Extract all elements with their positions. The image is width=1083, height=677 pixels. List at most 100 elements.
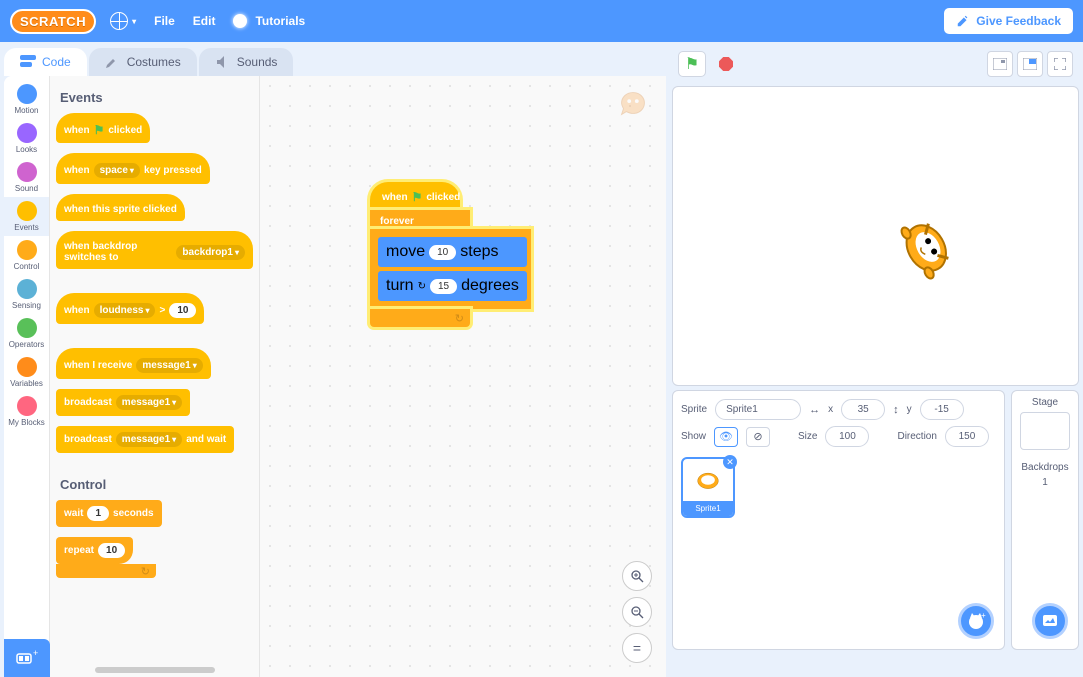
- seconds-input[interactable]: 1: [87, 506, 109, 521]
- category-events[interactable]: Events: [4, 197, 49, 236]
- script-turn[interactable]: turn ↻ 15 degrees: [378, 271, 527, 301]
- script-when-flag-clicked[interactable]: when ⚑ clicked: [370, 182, 460, 210]
- category-dot: [17, 201, 37, 221]
- category-label: Control: [14, 262, 40, 271]
- magnify-minus-icon: [630, 605, 644, 619]
- category-variables[interactable]: Variables: [4, 353, 49, 392]
- direction-label: Direction: [897, 431, 936, 442]
- palette-heading-events: Events: [60, 90, 253, 105]
- code-icon: [20, 55, 36, 69]
- sprite-tile[interactable]: ✕ Sprite1: [681, 457, 735, 518]
- category-label: Sound: [15, 184, 38, 193]
- large-stage-button[interactable]: [1017, 51, 1043, 77]
- edit-menu[interactable]: Edit: [193, 14, 216, 28]
- zoom-reset-button[interactable]: =: [622, 633, 652, 663]
- file-menu[interactable]: File: [154, 14, 175, 28]
- delete-sprite-button[interactable]: ✕: [723, 455, 737, 469]
- category-dot: [17, 123, 37, 143]
- small-stage-button[interactable]: [987, 51, 1013, 77]
- block-wait[interactable]: wait 1 seconds: [56, 500, 162, 527]
- threshold-input[interactable]: 10: [169, 303, 196, 318]
- green-flag-icon: ⚑: [412, 190, 423, 204]
- tab-costumes[interactable]: Costumes: [89, 48, 197, 76]
- block-broadcast[interactable]: broadcast message1▾: [56, 389, 190, 416]
- block-when-flag-clicked[interactable]: when ⚑ clicked: [56, 113, 150, 143]
- category-label: Variables: [10, 379, 43, 388]
- show-label: Show: [681, 431, 706, 442]
- svg-text:+: +: [981, 611, 986, 620]
- stage-header: ⚑: [672, 46, 1079, 82]
- tutorials-menu[interactable]: Tutorials: [233, 14, 305, 28]
- hide-button[interactable]: ⊘: [746, 427, 770, 447]
- message-dropdown[interactable]: message1▾: [116, 395, 182, 410]
- category-dot: [17, 357, 37, 377]
- stop-button[interactable]: [712, 51, 740, 77]
- show-button[interactable]: 👁: [714, 427, 738, 447]
- tab-code-label: Code: [42, 55, 71, 69]
- fullscreen-button[interactable]: [1047, 51, 1073, 77]
- block-repeat[interactable]: repeat 10: [56, 537, 133, 564]
- stage[interactable]: [672, 86, 1079, 386]
- script-stack[interactable]: when ⚑ clicked forever move 10 steps tur…: [370, 182, 531, 327]
- chevron-down-icon: ▾: [172, 435, 176, 444]
- language-menu[interactable]: ▾: [110, 12, 136, 30]
- message-dropdown[interactable]: message1▾: [136, 358, 202, 373]
- script-forever[interactable]: forever: [370, 210, 470, 229]
- repeat-input[interactable]: 10: [98, 543, 125, 558]
- category-label: Sensing: [12, 301, 41, 310]
- zoom-in-button[interactable]: [622, 561, 652, 591]
- add-extension-button[interactable]: +: [4, 639, 50, 677]
- category-label: Motion: [14, 106, 38, 115]
- eye-icon: 👁: [719, 430, 733, 443]
- stop-icon: [719, 57, 733, 71]
- block-when-backdrop-switches[interactable]: when backdrop switches to backdrop1▾: [56, 231, 253, 269]
- green-flag-button[interactable]: ⚑: [678, 51, 706, 77]
- key-dropdown[interactable]: space▾: [94, 163, 140, 178]
- give-feedback-button[interactable]: Give Feedback: [944, 8, 1073, 34]
- size-input[interactable]: [825, 426, 869, 447]
- editor-tabs: Code Costumes Sounds: [0, 42, 666, 76]
- loop-arrow-icon: ↻: [455, 312, 464, 325]
- block-when-loudness[interactable]: when loudness▾ > 10: [56, 293, 204, 324]
- category-label: Operators: [9, 340, 45, 349]
- message-dropdown[interactable]: message1▾: [116, 432, 182, 447]
- turn-degrees-input[interactable]: 15: [430, 279, 457, 294]
- backdrop-dropdown[interactable]: backdrop1▾: [176, 245, 245, 260]
- zoom-out-button[interactable]: [622, 597, 652, 627]
- category-motion[interactable]: Motion: [4, 80, 49, 119]
- category-control[interactable]: Control: [4, 236, 49, 275]
- category-dot: [17, 279, 37, 299]
- script-move[interactable]: move 10 steps: [378, 237, 527, 267]
- sprite-on-stage[interactable]: [885, 202, 972, 293]
- block-when-sprite-clicked[interactable]: when this sprite clicked: [56, 194, 185, 221]
- category-looks[interactable]: Looks: [4, 119, 49, 158]
- block-broadcast-wait[interactable]: broadcast message1▾ and wait: [56, 426, 234, 453]
- stage-selector[interactable]: Stage Backdrops 1: [1011, 390, 1079, 650]
- tab-sounds[interactable]: Sounds: [199, 48, 294, 76]
- category-operators[interactable]: Operators: [4, 314, 49, 353]
- palette-scrollbar[interactable]: [95, 667, 215, 673]
- y-input[interactable]: [920, 399, 964, 420]
- add-backdrop-button[interactable]: [1032, 603, 1068, 639]
- category-sensing[interactable]: Sensing: [4, 275, 49, 314]
- category-dot: [17, 318, 37, 338]
- palette-heading-control: Control: [60, 477, 253, 492]
- script-workspace[interactable]: when ⚑ clicked forever move 10 steps tur…: [260, 76, 666, 677]
- svg-text:+: +: [33, 649, 38, 658]
- x-input[interactable]: [841, 399, 885, 420]
- sprite-watermark: [614, 84, 652, 122]
- category-label: Events: [14, 223, 38, 232]
- block-palette[interactable]: Events when ⚑ clicked when space▾ key pr…: [50, 76, 260, 677]
- block-when-i-receive[interactable]: when I receive message1▾: [56, 348, 211, 379]
- add-sprite-button[interactable]: +: [958, 603, 994, 639]
- loudness-dropdown[interactable]: loudness▾: [94, 303, 156, 318]
- stage-thumbnail[interactable]: [1020, 412, 1070, 450]
- move-steps-input[interactable]: 10: [429, 245, 456, 260]
- block-when-key-pressed[interactable]: when space▾ key pressed: [56, 153, 210, 184]
- category-my-blocks[interactable]: My Blocks: [4, 392, 49, 431]
- tab-code[interactable]: Code: [4, 48, 87, 76]
- direction-input[interactable]: [945, 426, 989, 447]
- tab-costumes-label: Costumes: [127, 55, 181, 69]
- category-sound[interactable]: Sound: [4, 158, 49, 197]
- sprite-name-input[interactable]: [715, 399, 801, 420]
